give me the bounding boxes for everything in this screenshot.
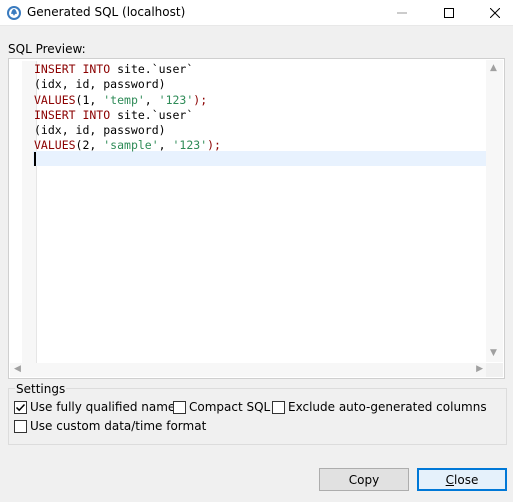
database-icon bbox=[6, 5, 22, 21]
scroll-corner bbox=[486, 363, 503, 377]
code-token: , bbox=[144, 92, 159, 107]
close-button-label: lose bbox=[454, 472, 479, 487]
fully-qualified-label: Use fully qualified names bbox=[30, 400, 182, 414]
settings-group bbox=[8, 388, 507, 445]
code-line: VALUES(1, 'temp', '123'); bbox=[34, 93, 221, 108]
close-window-button[interactable] bbox=[472, 0, 513, 26]
code-token: site.`user` bbox=[117, 107, 194, 122]
code-token: , bbox=[158, 138, 173, 153]
scroll-right-icon[interactable]: ▶ bbox=[476, 365, 483, 374]
compact-sql-checkbox[interactable] bbox=[173, 400, 186, 414]
code-token: (1, bbox=[75, 92, 104, 107]
minimize-icon bbox=[397, 12, 407, 14]
title-bar: Generated SQL (localhost) bbox=[0, 0, 513, 26]
scroll-down-icon[interactable]: ▼ bbox=[490, 349, 497, 358]
window-title: Generated SQL (localhost) bbox=[27, 5, 186, 19]
option-exclude-auto[interactable]: Exclude auto-generated columns bbox=[272, 400, 487, 414]
vertical-scrollbar[interactable]: ▲ ▼ bbox=[486, 60, 503, 362]
code-token: 'temp' bbox=[103, 92, 145, 107]
code-token: INSERT INTO bbox=[34, 107, 118, 122]
code-token: site.`user` bbox=[117, 62, 194, 76]
code-line: INSERT INTO site.`user` bbox=[34, 62, 221, 77]
code-token: '123' bbox=[172, 138, 208, 153]
code-line: INSERT INTO site.`user` bbox=[34, 108, 221, 123]
code-token: 'sample' bbox=[103, 138, 159, 153]
maximize-button[interactable] bbox=[426, 0, 472, 26]
sql-code[interactable]: INSERT INTO site.`user` (idx, id, passwor… bbox=[34, 62, 221, 154]
option-compact-sql[interactable]: Compact SQL bbox=[173, 400, 270, 414]
minimize-button[interactable] bbox=[379, 0, 425, 26]
code-line: (idx, id, password) bbox=[34, 77, 221, 92]
sql-preview-label: SQL Preview: bbox=[8, 42, 86, 56]
horizontal-scrollbar[interactable]: ◀ ▶ bbox=[10, 363, 487, 377]
exclude-auto-checkbox[interactable] bbox=[272, 400, 285, 414]
custom-date-label: Use custom data/time format bbox=[30, 419, 207, 433]
maximize-icon bbox=[444, 8, 454, 18]
close-button-mnemonic: C bbox=[445, 472, 455, 487]
option-fully-qualified[interactable]: Use fully qualified names bbox=[14, 400, 182, 414]
sql-editor[interactable]: INSERT INTO site.`user` (idx, id, passwor… bbox=[8, 58, 505, 379]
option-custom-date-format[interactable]: Use custom data/time format bbox=[14, 419, 206, 433]
code-token: (2, bbox=[75, 138, 104, 153]
close-icon bbox=[490, 8, 500, 18]
scroll-left-icon[interactable]: ◀ bbox=[14, 365, 21, 374]
code-token: VALUES bbox=[34, 92, 76, 107]
text-caret bbox=[34, 152, 36, 166]
code-token: INSERT INTO bbox=[34, 62, 118, 76]
code-token: VALUES bbox=[34, 138, 76, 153]
check-icon bbox=[15, 403, 26, 411]
scroll-up-icon[interactable]: ▲ bbox=[490, 64, 497, 73]
code-token: ); bbox=[207, 138, 221, 153]
code-token: '123' bbox=[158, 92, 194, 107]
settings-label: Settings bbox=[15, 382, 67, 396]
close-button[interactable]: Close bbox=[417, 468, 507, 491]
code-line: (idx, id, password) bbox=[34, 123, 221, 138]
exclude-auto-label: Exclude auto-generated columns bbox=[288, 400, 487, 414]
custom-date-checkbox[interactable] bbox=[14, 419, 27, 433]
fully-qualified-checkbox[interactable] bbox=[14, 400, 27, 414]
code-token: (idx, id, password) bbox=[34, 123, 166, 138]
code-token: ); bbox=[193, 92, 208, 107]
code-line: VALUES(2, 'sample', '123'); bbox=[34, 138, 221, 153]
compact-sql-label: Compact SQL bbox=[189, 400, 271, 414]
copy-button[interactable]: Copy bbox=[319, 468, 409, 491]
code-token: (idx, id, password) bbox=[34, 77, 166, 92]
